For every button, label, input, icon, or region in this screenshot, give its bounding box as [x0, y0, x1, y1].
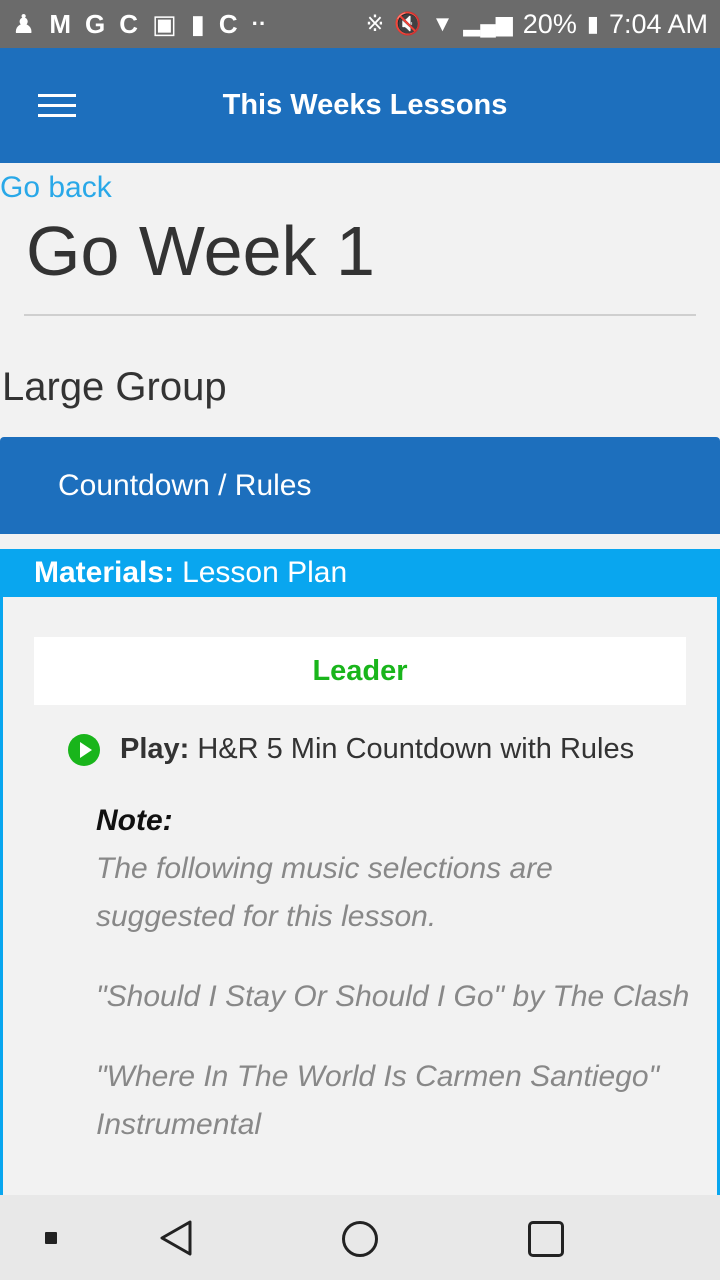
mute-icon: 🔇 — [394, 11, 422, 36]
play-item[interactable]: Play: H&R 5 Min Countdown with Rules — [68, 733, 634, 766]
sd-card-icon: ▮ — [190, 9, 205, 39]
back-triangle-icon[interactable] — [158, 1219, 194, 1257]
leader-header: Leader — [34, 637, 686, 705]
note-paragraph: The following music selections are sugge… — [96, 852, 553, 933]
google-icon: G — [84, 9, 106, 39]
materials-label: Materials: — [34, 556, 175, 589]
dots-icon: ·· — [251, 11, 267, 36]
play-text: Play: H&R 5 Min Countdown with Rules — [120, 733, 634, 766]
go-back-link[interactable]: Go back — [0, 171, 112, 205]
battery-icon: ▮ — [586, 11, 599, 36]
gmail-icon: M — [49, 9, 71, 39]
status-right: ※ 🔇 ▼ ▂▄▆ 20% ▮ 7:04 AM — [366, 9, 708, 40]
person-icon: ♟ — [12, 9, 36, 39]
play-label: Play: — [120, 733, 190, 765]
battery-percent: 20% — [522, 8, 577, 39]
note-paragraph: "Where In The World Is Carmen Santiego" … — [96, 1060, 660, 1141]
note-label: Note: — [96, 804, 173, 837]
recent-apps-icon[interactable] — [528, 1221, 564, 1257]
page-title: Go Week 1 — [26, 212, 375, 290]
lesson-content: Go back Go Week 1 Large Group Countdown … — [0, 163, 720, 1195]
materials-body: Leader Play: H&R 5 Min Countdown with Rul… — [0, 597, 720, 1195]
nav-dot-icon — [45, 1232, 57, 1244]
note-block: Note: The following music selections are… — [96, 797, 696, 1181]
hamburger-menu-icon[interactable] — [38, 94, 76, 118]
wifi-icon: ▼ — [431, 11, 454, 36]
play-value: H&R 5 Min Countdown with Rules — [197, 733, 635, 765]
c-app-icon: C — [119, 9, 138, 39]
leader-label: Leader — [312, 654, 408, 687]
materials-value: Lesson Plan — [182, 556, 348, 589]
home-circle-icon[interactable] — [342, 1221, 378, 1257]
section-title: Large Group — [2, 365, 227, 409]
c-app-icon: C — [218, 9, 238, 39]
accordion-countdown-rules[interactable]: Countdown / Rules — [0, 437, 720, 534]
status-left-icons: ♟ M G C ▣ ▮ C ·· — [12, 11, 266, 37]
note-paragraph: "Should I Stay Or Should I Go" by The Cl… — [96, 980, 690, 1013]
image-icon: ▣ — [152, 9, 177, 39]
play-icon[interactable] — [68, 733, 100, 766]
clock: 7:04 AM — [608, 8, 708, 39]
divider — [24, 314, 696, 316]
bluetooth-icon: ※ — [365, 11, 385, 36]
app-title: This Weeks Lessons — [222, 89, 508, 121]
materials-header: Materials: Lesson Plan — [0, 549, 720, 597]
system-nav-bar — [0, 1195, 720, 1280]
accordion-label: Countdown / Rules — [58, 468, 312, 502]
app-bar: This Weeks Lessons — [0, 48, 720, 163]
signal-icon: ▂▄▆ — [463, 11, 513, 36]
status-bar: ♟ M G C ▣ ▮ C ·· ※ 🔇 ▼ ▂▄▆ 20% ▮ 7:04 AM — [0, 0, 720, 48]
